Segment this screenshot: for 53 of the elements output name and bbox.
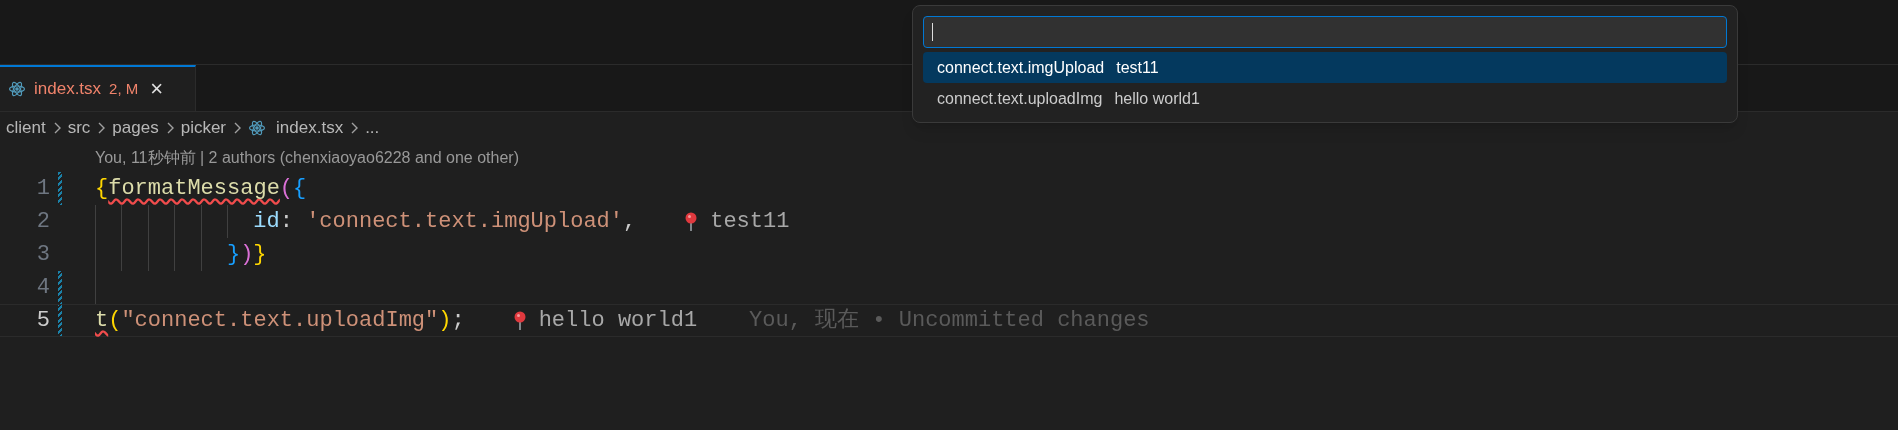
code-token: )	[438, 307, 452, 335]
tab-label: index.tsx	[34, 78, 102, 101]
code-token: :	[279, 208, 294, 236]
atom-icon	[8, 80, 26, 98]
breadcrumb-item[interactable]: pages	[112, 115, 159, 141]
code-token: }	[226, 241, 241, 269]
git-blame-annotation: You, 现在 • Uncommitted changes	[749, 307, 1150, 335]
quick-pick-item[interactable]: connect.text.uploadImg hello world1	[923, 83, 1727, 114]
code-token: {	[95, 175, 109, 203]
line-number: 4	[35, 274, 50, 302]
code-token: )	[240, 241, 254, 269]
code-token: }	[253, 241, 267, 269]
chevron-right-icon	[232, 121, 243, 135]
chevron-right-icon	[96, 121, 107, 135]
breadcrumb-item[interactable]: picker	[180, 115, 227, 141]
code-token: (	[279, 175, 294, 203]
line-number: 2	[35, 208, 50, 236]
item-label: connect.text.imgUpload	[937, 57, 1105, 78]
code-token: id	[253, 208, 280, 236]
item-description: hello world1	[1114, 88, 1200, 109]
breadcrumb-item[interactable]: ...	[365, 115, 380, 141]
editor-tab[interactable]: index.tsx 2, M ×	[0, 65, 196, 111]
git-change-marker[interactable]	[58, 271, 62, 304]
line-number: 3	[35, 241, 50, 269]
atom-icon	[248, 119, 267, 137]
item-label: connect.text.uploadImg	[937, 88, 1103, 109]
code-token: ;	[451, 307, 465, 335]
close-button[interactable]: ×	[150, 78, 164, 100]
git-change-marker[interactable]	[58, 172, 62, 205]
code-token: t	[95, 307, 109, 335]
line-number: 1	[35, 175, 50, 203]
quick-pick-input[interactable]	[923, 16, 1727, 48]
git-change-marker[interactable]	[58, 305, 62, 336]
pushpin-icon	[512, 310, 527, 331]
breadcrumb-item[interactable]: index.tsx	[276, 115, 344, 141]
text-cursor	[932, 23, 933, 41]
code-token: "connect.text.uploadImg"	[121, 307, 439, 335]
codelens-text[interactable]: You, 11秒钟前 | 2 authors (chenxiaoyao6228 and one other)	[95, 146, 519, 170]
quick-pick-item[interactable]: connect.text.imgUpload test11	[923, 52, 1727, 83]
breadcrumb-item[interactable]: client	[6, 115, 46, 141]
item-description: test11	[1116, 57, 1159, 78]
inline-hint: test11	[710, 208, 790, 236]
pushpin-icon	[684, 211, 699, 232]
code-token: formatMessage	[108, 175, 280, 203]
tab-status: 2, M	[109, 78, 139, 99]
line-number: 5	[35, 307, 50, 335]
code-token: ,	[623, 208, 637, 236]
code-token: (	[108, 307, 122, 335]
code-token: {	[293, 175, 307, 203]
code-token: 'connect.text.imgUpload'	[306, 208, 623, 236]
chevron-right-icon	[349, 121, 360, 135]
inline-hint: hello world1	[538, 307, 698, 335]
breadcrumb-item[interactable]: src	[67, 115, 91, 141]
